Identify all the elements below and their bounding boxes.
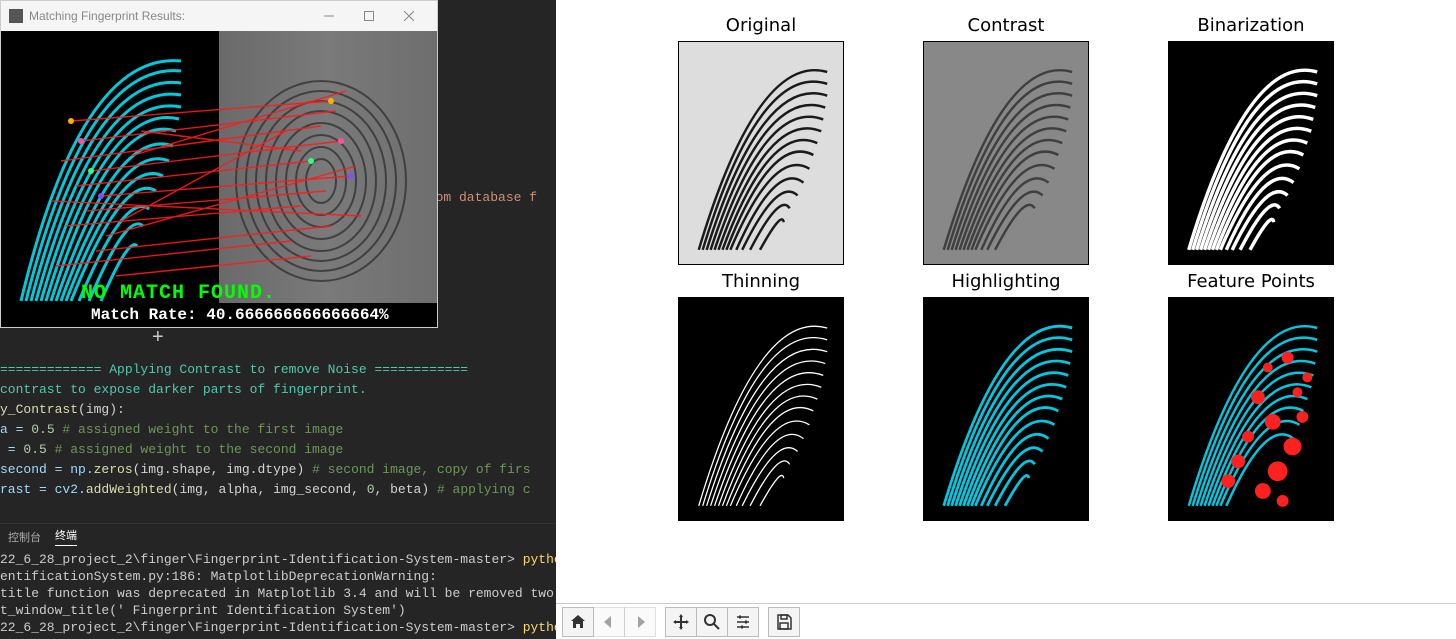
subplot-contrast (923, 41, 1089, 265)
terminal-output[interactable]: 22_6_28_project_2\finger\Fingerprint-Ide… (0, 551, 556, 639)
tab-console[interactable]: 控制台 (8, 529, 41, 545)
app-icon (9, 9, 23, 23)
subplot-binarization (1168, 41, 1334, 265)
subplot-thinning (678, 297, 844, 521)
save-icon[interactable] (768, 607, 800, 637)
matplotlib-toolbar (556, 603, 1456, 639)
pan-icon[interactable] (665, 607, 697, 637)
forward-icon[interactable] (624, 607, 656, 637)
subplot-title-contrast: Contrast (884, 15, 1129, 40)
match-visualization: NO MATCH FOUND. Match Rate: 40.666666666… (1, 31, 437, 327)
subplot-feature-points (1168, 297, 1334, 521)
maximize-button[interactable] (349, 1, 389, 31)
code-editor[interactable]: ============= Applying Contrast to remov… (0, 360, 556, 500)
window-title: Matching Fingerprint Results: (29, 9, 309, 23)
editor-panel: from database f Matching Fingerprint Res… (0, 0, 556, 639)
matching-results-window: Matching Fingerprint Results: (0, 0, 438, 328)
panel-tabs: 控制台 终端 (0, 523, 556, 549)
tab-terminal[interactable]: 终端 (55, 527, 77, 546)
subplot-title-feature-points: Feature Points (1129, 271, 1374, 296)
figure-window: Original Contrast Binarization (556, 0, 1456, 639)
config-icon[interactable] (727, 607, 759, 637)
match-status-text: NO MATCH FOUND. (81, 282, 276, 305)
subplot-title-thinning: Thinning (639, 271, 884, 296)
back-icon[interactable] (593, 607, 625, 637)
subplot-grid: Original Contrast Binarization (556, 0, 1456, 603)
minimize-button[interactable] (309, 1, 349, 31)
match-rate-text: Match Rate: 40.666666666666664% (1, 303, 437, 327)
close-button[interactable] (389, 1, 429, 31)
subplot-highlighting (923, 297, 1089, 521)
subplot-title-binarization: Binarization (1129, 15, 1374, 40)
subplot-original (678, 41, 844, 265)
subplot-title-highlighting: Highlighting (884, 271, 1129, 296)
window-titlebar[interactable]: Matching Fingerprint Results: (1, 1, 437, 31)
subplot-title-original: Original (639, 15, 884, 40)
cursor-crosshair: + (152, 326, 164, 349)
home-icon[interactable] (562, 607, 594, 637)
zoom-icon[interactable] (696, 607, 728, 637)
